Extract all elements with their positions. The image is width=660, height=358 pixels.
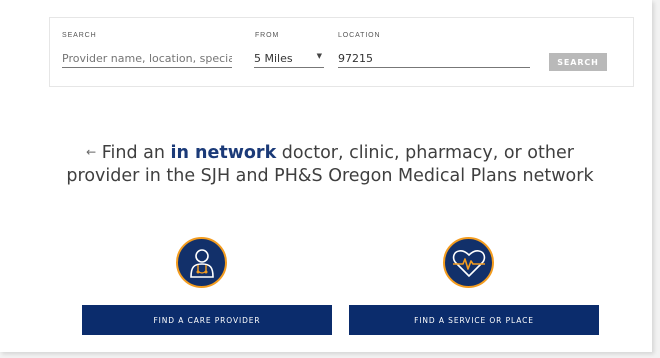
headline-prefix: Find an	[101, 143, 171, 163]
search-button[interactable]: SEARCH	[549, 53, 607, 71]
heart-glyph	[452, 249, 485, 277]
search-panel: SEARCH FROM 5 Miles ▼ LOCATION SEARCH	[49, 17, 634, 87]
search-label: SEARCH	[62, 32, 97, 39]
headline: ← Find an in network doctor, clinic, pha…	[0, 141, 660, 188]
headline-rest: doctor, clinic, pharmacy, or other	[276, 143, 574, 163]
distance-select[interactable]: 5 Miles ▼	[254, 50, 324, 68]
distance-value: 5 Miles	[254, 51, 293, 65]
headline-highlight: in network	[170, 143, 277, 163]
headline-line2: provider in the SJH and PH&S Oregon Medi…	[66, 166, 594, 186]
arrow-left-icon: ←	[86, 145, 97, 159]
find-care-provider-button[interactable]: FIND A CARE PROVIDER	[82, 305, 332, 335]
page: SEARCH FROM 5 Miles ▼ LOCATION SEARCH ← …	[0, 0, 652, 352]
doctor-icon[interactable]	[176, 237, 227, 288]
doctor-glyph	[189, 248, 214, 278]
heart-pulse-icon[interactable]	[443, 237, 494, 288]
caret-down-icon: ▼	[316, 51, 322, 60]
search-input[interactable]	[62, 50, 232, 68]
location-input[interactable]	[338, 50, 530, 68]
location-label: LOCATION	[338, 32, 381, 39]
from-label: FROM	[255, 32, 280, 39]
find-service-button[interactable]: FIND A SERVICE OR PLACE	[349, 305, 599, 335]
